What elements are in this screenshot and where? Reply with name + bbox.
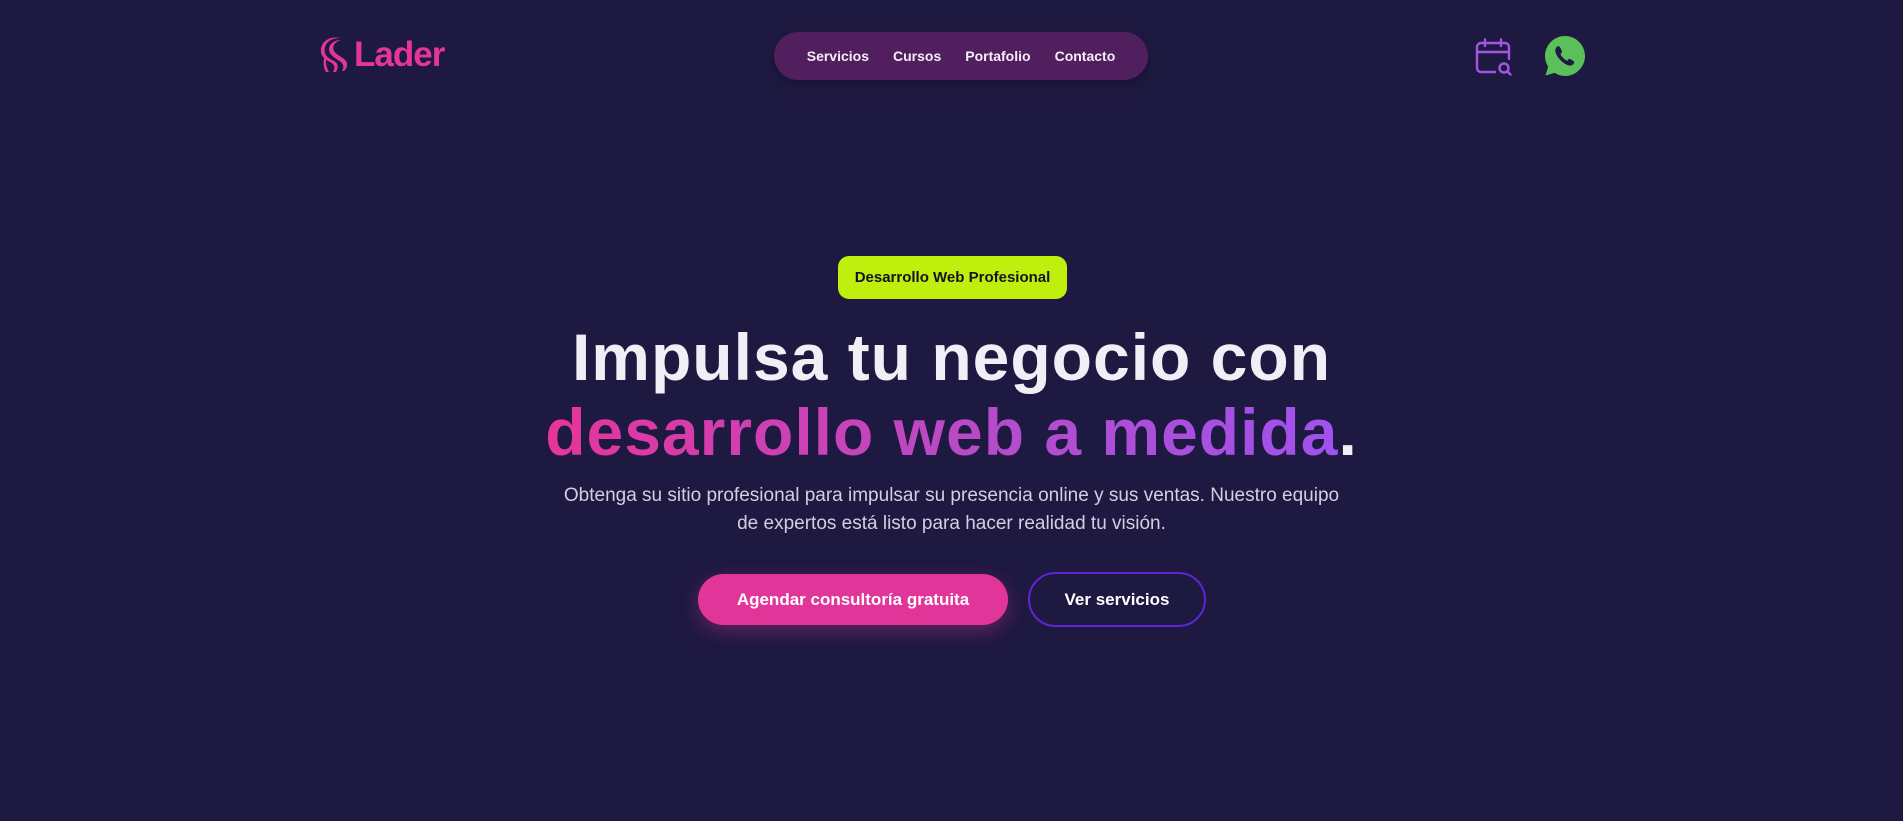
hero-subtitle: Obtenga su sitio profesional para impuls…	[563, 485, 1340, 534]
whatsapp-icon	[1545, 36, 1585, 76]
view-services-button[interactable]: Ver servicios	[1028, 572, 1206, 627]
hero-headline: Impulsa tu negocio con desarrollo web a …	[0, 320, 1903, 470]
lader-logo-icon	[320, 37, 348, 72]
logo-text: Lader	[354, 35, 445, 74]
nav-link-portafolio[interactable]: Portafolio	[953, 32, 1042, 80]
book-consultation-button[interactable]: Agendar consultoría gratuita	[698, 574, 1008, 625]
site-header: Lader Servicios Cursos Portafolio Contac…	[0, 0, 1903, 112]
nav-link-cursos[interactable]: Cursos	[881, 32, 953, 80]
calendar-button[interactable]	[1473, 37, 1513, 77]
whatsapp-button[interactable]	[1544, 35, 1586, 77]
landing-page: Lader Servicios Cursos Portafolio Contac…	[0, 0, 1903, 821]
headline-period: .	[1338, 395, 1358, 469]
hero-cta-row: Agendar consultoría gratuita Ver servici…	[0, 571, 1903, 627]
headline-line-1: Impulsa tu negocio con	[571, 320, 1332, 394]
headline-line-2: desarrollo web a medida.	[0, 395, 1903, 470]
nav-link-servicios[interactable]: Servicios	[795, 32, 881, 80]
main-nav: Servicios Cursos Portafolio Contacto	[774, 32, 1148, 80]
logo-link[interactable]: Lader	[320, 35, 445, 74]
calendar-search-icon	[1475, 38, 1512, 76]
hero-badge: Desarrollo Web Profesional	[838, 256, 1067, 299]
nav-link-contacto[interactable]: Contacto	[1043, 32, 1128, 80]
headline-highlight: desarrollo web a medida	[545, 395, 1339, 469]
hero-section: Desarrollo Web Profesional Impulsa tu ne…	[0, 112, 1903, 821]
